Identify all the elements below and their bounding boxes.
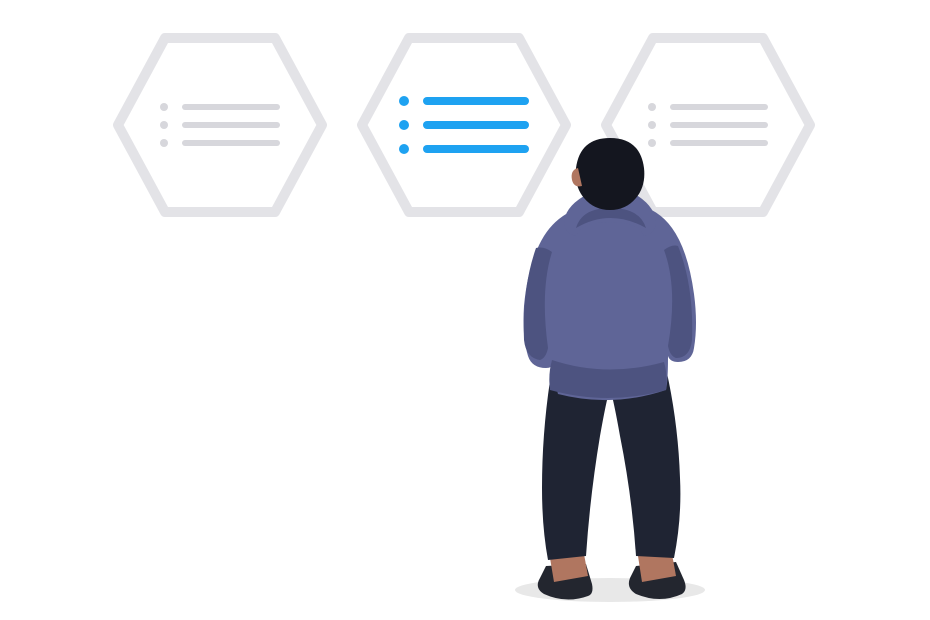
person-from-behind	[500, 138, 720, 606]
selection-illustration	[0, 0, 930, 620]
list-icon	[160, 93, 280, 157]
option-card-left	[110, 30, 330, 220]
